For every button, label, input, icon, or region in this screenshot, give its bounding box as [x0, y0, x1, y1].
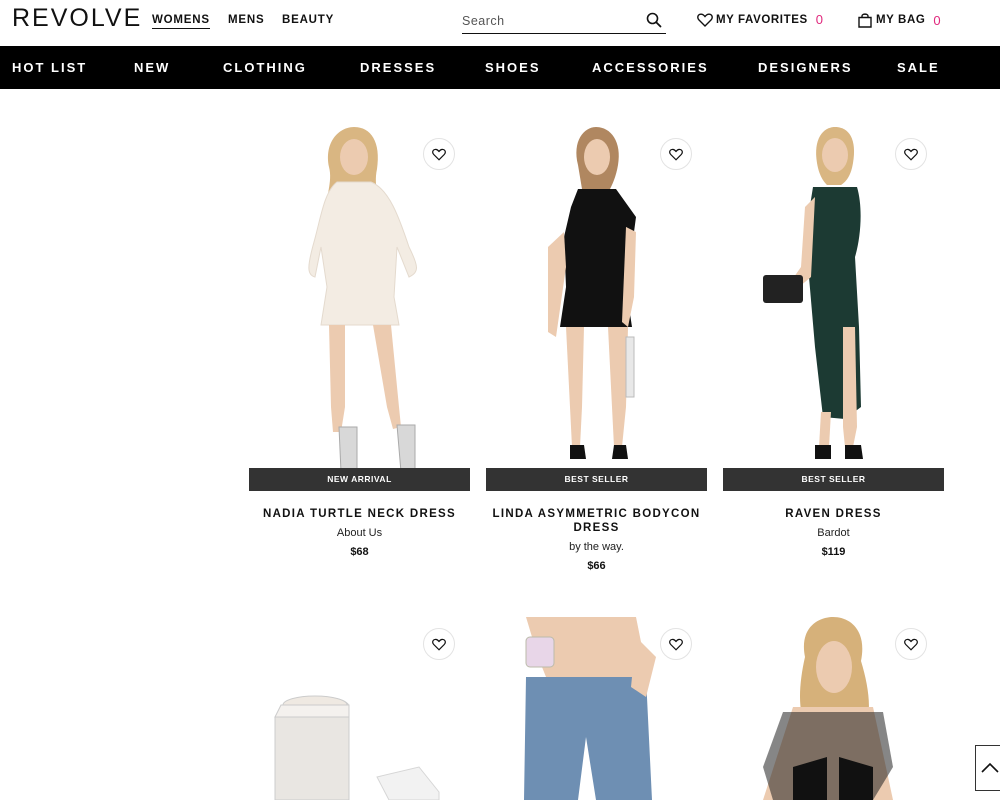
- product-card[interactable]: [723, 617, 944, 800]
- mens-link[interactable]: MENS: [228, 14, 264, 26]
- bag-label: MY BAG: [876, 14, 926, 26]
- womens-link[interactable]: WOMENS: [152, 14, 210, 29]
- product-image[interactable]: [486, 127, 707, 492]
- product-card[interactable]: [486, 617, 707, 800]
- product-card[interactable]: [249, 617, 470, 800]
- favorite-button[interactable]: [660, 628, 692, 660]
- nav-dresses[interactable]: DRESSES: [360, 60, 436, 75]
- favorites-count: 0: [815, 12, 824, 27]
- main-nav: HOT LIST NEW CLOTHING DRESSES SHOES ACCE…: [0, 46, 1000, 89]
- model-green-dress-image: [763, 127, 863, 459]
- product-price: $68: [350, 546, 369, 558]
- favorite-button[interactable]: [895, 628, 927, 660]
- heart-icon: [904, 148, 918, 161]
- chevron-up-icon: [981, 762, 999, 773]
- bag-icon: [858, 13, 872, 28]
- product-brand[interactable]: About Us: [249, 527, 470, 539]
- model-white-dress-image: [308, 127, 417, 473]
- heart-icon: [669, 148, 683, 161]
- favorite-button[interactable]: [660, 138, 692, 170]
- back-to-top-button[interactable]: [975, 745, 1000, 791]
- favorite-button[interactable]: [423, 138, 455, 170]
- beauty-link[interactable]: BEAUTY: [282, 14, 334, 26]
- product-price: $119: [821, 546, 846, 558]
- search-icon[interactable]: [645, 11, 663, 29]
- nav-designers[interactable]: DESIGNERS: [758, 60, 853, 75]
- product-name[interactable]: NADIA TURTLE NECK DRESS: [249, 507, 470, 521]
- favorite-button[interactable]: [423, 628, 455, 660]
- search-input[interactable]: [462, 11, 637, 31]
- my-bag-link[interactable]: MY BAG 0: [857, 12, 941, 28]
- heart-icon: [904, 638, 918, 651]
- favorites-label: MY FAVORITES: [716, 13, 808, 26]
- nav-accessories[interactable]: ACCESSORIES: [592, 60, 709, 75]
- nav-sale[interactable]: SALE: [897, 60, 940, 75]
- heart-icon: [432, 638, 446, 651]
- product-badge: BEST SELLER: [723, 468, 944, 491]
- product-brand[interactable]: by the way.: [486, 541, 707, 553]
- heart-icon: [697, 12, 713, 27]
- heart-icon: [432, 148, 446, 161]
- revolve-logo[interactable]: REVOLVE: [12, 4, 142, 33]
- model-black-dress-image: [548, 127, 636, 459]
- nav-hot-list[interactable]: HOT LIST: [12, 60, 87, 75]
- my-favorites-link[interactable]: MY FAVORITES 0: [697, 12, 824, 27]
- bag-count: 0: [933, 12, 942, 28]
- top-bar: REVOLVE WOMENS MENS BEAUTY MY FAVORITES …: [0, 0, 1000, 46]
- product-image[interactable]: [249, 127, 470, 492]
- favorite-button[interactable]: [895, 138, 927, 170]
- heart-icon: [669, 638, 683, 651]
- product-image[interactable]: [723, 127, 944, 492]
- product-name[interactable]: RAVEN DRESS: [723, 507, 944, 521]
- product-price: $66: [587, 560, 606, 572]
- nav-shoes[interactable]: SHOES: [485, 60, 541, 75]
- product-name[interactable]: LINDA ASYMMETRIC BODYCON DRESS: [486, 507, 707, 535]
- product-badge: BEST SELLER: [486, 468, 707, 491]
- nav-clothing[interactable]: CLOTHING: [223, 60, 307, 75]
- search-box: [462, 8, 666, 34]
- nav-new[interactable]: NEW: [134, 60, 170, 75]
- product-brand[interactable]: Bardot: [723, 527, 944, 539]
- product-badge: NEW ARRIVAL: [249, 468, 470, 491]
